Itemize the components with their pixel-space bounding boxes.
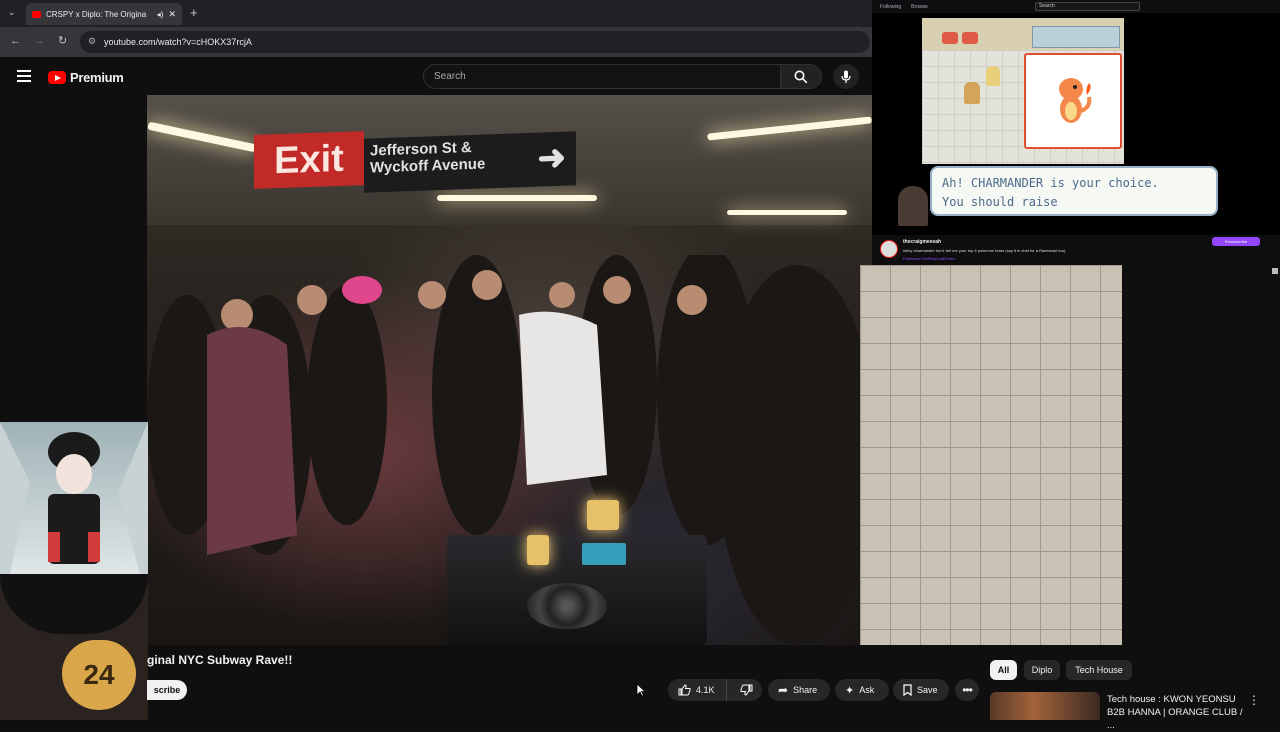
- streamer-avatar[interactable]: [880, 240, 898, 258]
- chip-diplo[interactable]: Diplo: [1024, 660, 1060, 680]
- dislike-button[interactable]: [732, 679, 762, 701]
- following-link[interactable]: Following: [880, 4, 901, 10]
- browse-link[interactable]: Browse: [911, 4, 928, 10]
- cursor-icon: [636, 683, 647, 697]
- stream-title: shiny charmander hunt. tell me your top …: [903, 248, 1066, 253]
- game-shelf: [1032, 26, 1120, 48]
- url-text: youtube.com/watch?v=cHOKX37rcjA: [104, 37, 252, 47]
- tab-list-icon[interactable]: ⌄: [8, 7, 16, 18]
- dj-jog-wheel: [527, 583, 607, 629]
- more-actions-button[interactable]: •••: [955, 679, 979, 701]
- dialog-line-2: You should raise: [942, 195, 1058, 209]
- white-hoodie: [519, 311, 607, 485]
- streamer-webcam: [898, 186, 928, 226]
- stream-category[interactable]: Pokémon FireRed/LeafGreen: [903, 256, 955, 261]
- site-info-icon[interactable]: ⚙: [88, 36, 96, 47]
- game-sofa: [962, 32, 978, 44]
- logo-text: Premium: [70, 70, 124, 85]
- close-tab-icon[interactable]: ✕: [168, 9, 176, 20]
- menu-icon[interactable]: [17, 70, 31, 82]
- game-dialog-box: Ah! CHARMANDER is your choice. You shoul…: [930, 166, 1218, 216]
- mouse-cursor: [636, 683, 647, 702]
- tab-title: CRSPY x Diplo: The Origina: [46, 9, 147, 19]
- head-shadow: [0, 574, 148, 634]
- game-npc: [964, 82, 980, 104]
- url-field[interactable]: ⚙ youtube.com/watch?v=cHOKX37rcjA: [80, 31, 870, 53]
- game-player: [986, 66, 1000, 86]
- candle: [587, 500, 619, 530]
- candle: [527, 535, 549, 565]
- youtube-logo-icon: [48, 71, 66, 84]
- back-icon[interactable]: ←: [10, 35, 21, 47]
- chip-tech-house[interactable]: Tech House: [1066, 660, 1132, 680]
- share-label: Share: [793, 685, 818, 695]
- street-sign: Jefferson St & Wyckoff Avenue ➜: [364, 131, 576, 193]
- sparkle-icon: ✦: [845, 684, 855, 697]
- ask-label: Ask: [859, 685, 875, 695]
- share-icon: ➦: [778, 683, 789, 697]
- stream-search-input[interactable]: Search: [1035, 2, 1140, 11]
- charmander-sprite: [1059, 78, 1092, 123]
- ceiling-light: [437, 195, 597, 201]
- avatar-overlay: [0, 422, 148, 574]
- like-dislike-group: 4.1K: [668, 679, 762, 701]
- ask-button[interactable]: ✦ Ask: [835, 679, 889, 701]
- more-icon: •••: [962, 683, 973, 697]
- youtube-favicon-icon: [32, 10, 41, 18]
- like-count: 4.1K: [696, 685, 715, 695]
- anime-avatar: [0, 422, 148, 574]
- thumbs-up-icon: [678, 684, 691, 696]
- game-screen: [922, 18, 1124, 164]
- video-player[interactable]: Exit Jefferson St & Wyckoff Avenue ➜: [147, 95, 872, 645]
- pokemon-preview: [1024, 53, 1122, 149]
- share-button[interactable]: ➦ Share: [768, 679, 830, 701]
- voice-search-button[interactable]: [833, 64, 859, 89]
- subscribe-button[interactable]: scribe: [147, 680, 187, 700]
- search-input[interactable]: Search: [423, 64, 781, 89]
- audio-icon[interactable]: ◂): [157, 10, 164, 19]
- video-title: ginal NYC Subway Rave!!: [147, 653, 293, 667]
- new-tab-icon[interactable]: +: [190, 5, 198, 20]
- recommendation-title[interactable]: Tech house : KWON YEONSU B2B HANNA | ORA…: [1107, 693, 1247, 732]
- microphone-icon: [841, 70, 851, 83]
- youtube-premium-logo[interactable]: Premium: [48, 70, 124, 85]
- search-placeholder: Search: [434, 71, 466, 82]
- pink-hat: [342, 276, 382, 304]
- ceiling-light: [727, 210, 847, 215]
- scroll-thumb[interactable]: [1272, 268, 1278, 274]
- search-icon: [794, 70, 808, 83]
- number-badge: 24: [62, 640, 136, 710]
- browser-tab-bar: ⌄ CRSPY x Diplo: The Origina ◂) ✕ +: [0, 0, 872, 27]
- stream-subscribe-button[interactable]: Resubscribe: [1212, 237, 1260, 246]
- game-sofa: [942, 32, 958, 44]
- save-label: Save: [917, 685, 938, 695]
- like-button[interactable]: 4.1K: [668, 679, 727, 701]
- recommendation-thumbnail[interactable]: [990, 692, 1100, 720]
- recommendation-menu-icon[interactable]: ⋮: [1248, 693, 1260, 707]
- save-button[interactable]: Save: [893, 679, 949, 701]
- search-button[interactable]: [780, 64, 822, 89]
- streamer-name[interactable]: thecraigmeeeah: [903, 239, 941, 245]
- dialog-line-1: Ah! CHARMANDER is your choice.: [942, 176, 1159, 190]
- chip-all[interactable]: All: [990, 660, 1017, 680]
- browser-tab[interactable]: CRSPY x Diplo: The Origina ◂) ✕: [26, 3, 182, 25]
- forward-icon[interactable]: →: [34, 35, 45, 47]
- reload-icon[interactable]: ↻: [58, 34, 67, 47]
- scrollbar[interactable]: [1272, 238, 1280, 278]
- tile-wall: [860, 265, 1122, 645]
- bookmark-icon: [903, 684, 912, 696]
- dj-screen: [582, 543, 626, 565]
- thumbs-down-icon: [740, 684, 753, 696]
- arrow-right-icon: ➜: [537, 138, 567, 178]
- exit-sign: Exit: [254, 131, 364, 189]
